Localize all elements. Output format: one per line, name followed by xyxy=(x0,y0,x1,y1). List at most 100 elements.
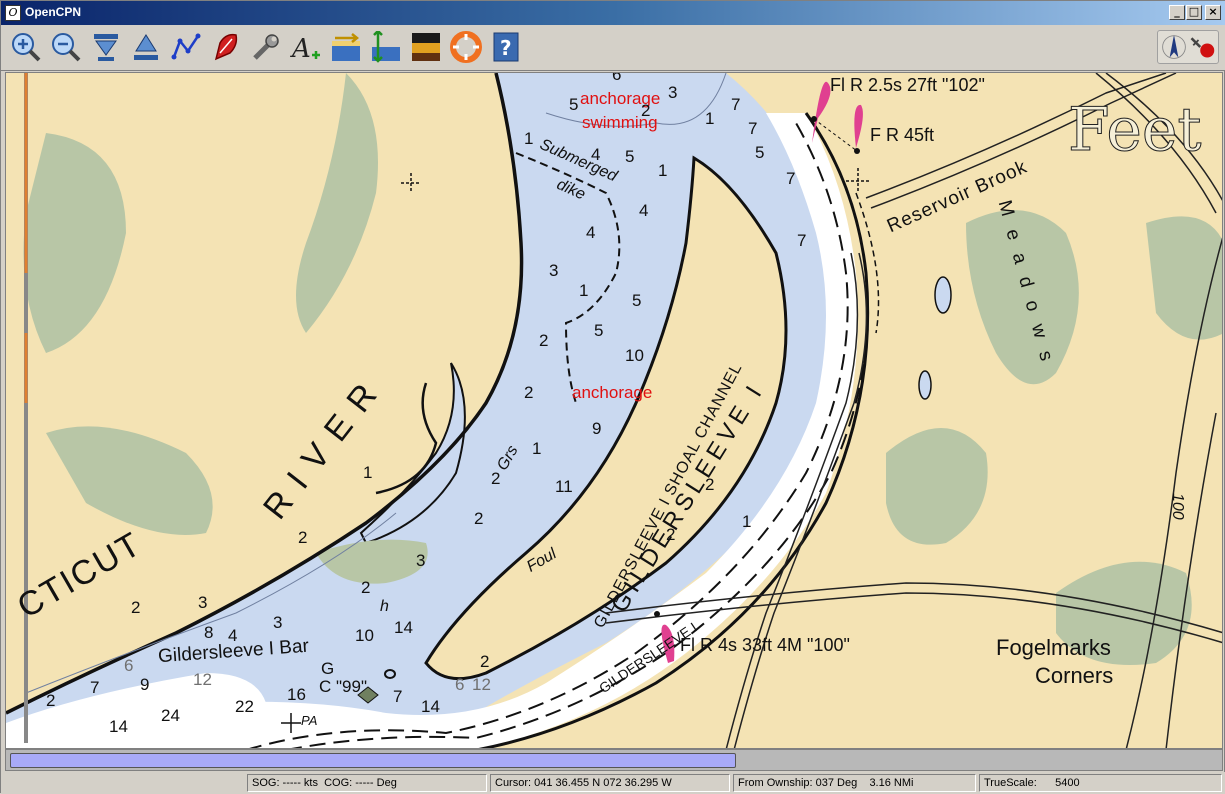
depth-sounding: 9 xyxy=(592,419,602,438)
route-icon xyxy=(171,33,201,60)
depth-sounding: 4 xyxy=(591,145,601,164)
light-label: Fl R 4s 33ft 4M "100" xyxy=(680,635,850,655)
depth-sounding: 11 xyxy=(555,477,573,496)
depth-sounding: 2 xyxy=(361,578,371,597)
gps-status-icon[interactable] xyxy=(1188,33,1216,61)
text-add-icon: A xyxy=(290,34,320,63)
depth-sounding: 14 xyxy=(421,697,440,716)
follow-ship-button[interactable] xyxy=(209,30,243,64)
depth-sounding: 5 xyxy=(569,95,579,114)
pa-note: PA xyxy=(301,713,318,728)
depth-sounding: 1 xyxy=(742,512,752,531)
main-toolbar: A ? xyxy=(1,25,1225,71)
svg-text:A: A xyxy=(290,34,311,63)
contour-label: 100 xyxy=(1169,493,1186,520)
depth-sounding: 1 xyxy=(579,281,589,300)
depth-sounding: 2 xyxy=(666,525,676,544)
scrollbar-thumb[interactable] xyxy=(10,753,736,768)
svg-text:?: ? xyxy=(500,36,512,60)
depth-sounding: 12 xyxy=(472,675,491,694)
depth-sounding: 5 xyxy=(594,321,604,340)
title-bar[interactable]: O OpenCPN _ □ × xyxy=(1,1,1225,25)
depth-sounding: 3 xyxy=(549,261,559,280)
route-button[interactable] xyxy=(169,30,203,64)
help-button[interactable]: ? xyxy=(489,30,523,64)
depth-sounding: 2 xyxy=(298,528,308,547)
minimize-button[interactable]: _ xyxy=(1169,5,1185,20)
depth-sounding: 2 xyxy=(474,509,484,528)
settings-button[interactable] xyxy=(249,30,283,64)
depth-sounding: 12 xyxy=(193,670,212,689)
current-tide-button[interactable] xyxy=(329,30,363,64)
close-button[interactable]: × xyxy=(1205,5,1221,20)
zoom-out-button[interactable] xyxy=(49,30,83,64)
north-up-icon[interactable] xyxy=(1160,33,1188,61)
depth-sounding: 7 xyxy=(797,231,807,250)
depth-sounding: 9 xyxy=(140,675,150,694)
scale-up-button[interactable] xyxy=(129,30,163,64)
mob-button[interactable] xyxy=(449,30,483,64)
opencpn-logo-icon: O xyxy=(5,5,21,21)
scale-down-button[interactable] xyxy=(89,30,123,64)
depth-sounding: 22 xyxy=(235,697,254,716)
mob-icon xyxy=(450,31,482,63)
depth-sounding: 6 xyxy=(124,656,134,675)
tide-station-button[interactable] xyxy=(369,30,403,64)
buoy-label: C "99" xyxy=(319,677,367,696)
depth-sounding: 6 xyxy=(455,675,465,694)
depth-sounding: 10 xyxy=(625,346,644,365)
place-name-label: Corners xyxy=(1035,663,1114,688)
depth-sounding: 5 xyxy=(632,291,642,310)
depth-sounding: 8 xyxy=(204,623,214,642)
light-label: Fl R 2.5s 27ft "102" xyxy=(830,75,985,95)
depth-sounding: 16 xyxy=(287,685,306,704)
depth-sounding: 7 xyxy=(393,687,403,706)
depth-sounding: 14 xyxy=(109,717,128,736)
depth-sounding: 3 xyxy=(668,83,678,102)
h-note: h xyxy=(380,598,389,615)
zoom-in-icon xyxy=(12,33,41,62)
cursor-position-status: Cursor: 041 36.455 N 072 36.295 W xyxy=(490,774,730,792)
text-add-button[interactable]: A xyxy=(289,30,323,64)
depth-sounding: 3 xyxy=(198,593,208,612)
depth-sounding: 3 xyxy=(416,551,426,570)
depth-sounding: 2 xyxy=(480,652,490,671)
depth-sounding: 4 xyxy=(639,201,649,220)
zoom-in-button[interactable] xyxy=(9,30,43,64)
follow-ship-icon xyxy=(214,33,238,61)
depth-sounding: 7 xyxy=(786,169,796,188)
scale-up-icon xyxy=(134,34,158,60)
depth-sounding: 7 xyxy=(731,95,741,114)
window-title: OpenCPN xyxy=(25,5,82,19)
anchorage-note: anchorage xyxy=(572,383,653,402)
depth-sounding: 7 xyxy=(90,678,100,697)
status-bar: SOG: ----- kts COG: ----- Deg Cursor: 04… xyxy=(1,772,1225,794)
depth-sounding: 2 xyxy=(131,598,141,617)
place-name-label: Fogelmarks xyxy=(996,635,1111,660)
maximize-button[interactable]: □ xyxy=(1186,5,1202,20)
depth-sounding: 24 xyxy=(161,706,180,725)
true-scale-status: TrueScale: 5400 xyxy=(979,774,1222,792)
depth-sounding: 1 xyxy=(532,439,542,458)
depth-sounding: 5 xyxy=(755,143,765,162)
depth-sounding: 7 xyxy=(748,119,758,138)
depth-sounding: 1 xyxy=(705,109,715,128)
tide-station-icon xyxy=(372,31,400,63)
depth-sounding: 2 xyxy=(641,101,651,120)
depth-sounding: 5 xyxy=(625,147,635,166)
depth-sounding: 1 xyxy=(658,161,668,180)
units-watermark: Feet xyxy=(1067,95,1202,166)
depth-sounding: 14 xyxy=(394,618,413,637)
chart-bar-scrollbar[interactable] xyxy=(5,749,1223,771)
depth-sounding: 1 xyxy=(363,463,373,482)
depth-sounding: 4 xyxy=(586,223,596,242)
depth-sounding: 4 xyxy=(228,626,238,645)
color-scheme-button[interactable] xyxy=(409,30,443,64)
depth-sounding: 10 xyxy=(355,626,374,645)
depth-sounding: 2 xyxy=(491,469,501,488)
application-window: O OpenCPN _ □ × A ? Feet CTICUT RIVER GI… xyxy=(0,0,1225,794)
depth-sounding: 2 xyxy=(524,383,534,402)
depth-sounding: 2 xyxy=(705,475,715,494)
depth-sounding: 2 xyxy=(46,691,56,710)
nautical-chart-canvas[interactable]: Feet CTICUT RIVER GILDERSLEEVE I GILDERS… xyxy=(5,72,1223,749)
